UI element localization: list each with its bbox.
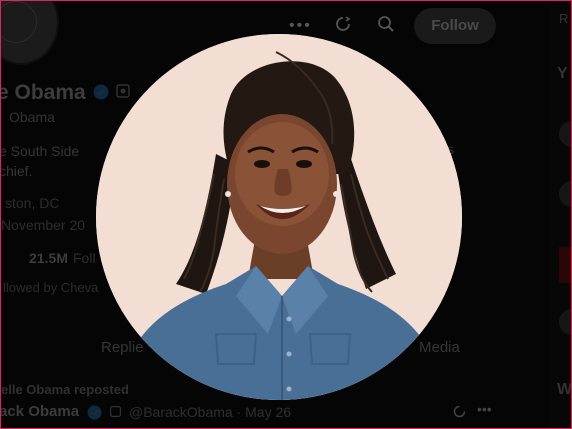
profile-joined-date: November 20 [1,217,86,233]
profile-location: ston, DC [5,195,60,211]
more-horizontal-icon[interactable]: ••• [289,17,312,35]
verified-badge-icon [93,84,109,100]
profile-display-name: e Obama [0,81,86,104]
affiliate-badge-icon [116,84,130,98]
affiliate-badge-icon [110,406,121,417]
followed-by-text[interactable]: llowed by Cheva [3,280,98,295]
sidebar-letter: R [559,11,569,26]
follow-button[interactable]: Follow [414,8,496,44]
search-icon[interactable] [377,15,395,33]
sidebar-card[interactable] [559,247,571,283]
sidebar-heading-letter: W [557,381,572,398]
post-handle-date: @BarackObama · May 26 [129,404,292,420]
followers-count[interactable]: 21.5M [29,250,68,266]
profile-photo-image [96,34,462,400]
sidebar-avatar[interactable] [559,309,571,335]
profile-photo-enlarged [96,34,462,400]
tab-replies[interactable]: Replie [101,339,144,356]
tab-media[interactable]: Media [419,339,460,356]
sidebar-avatar[interactable] [559,121,571,147]
refresh-icon[interactable] [334,15,352,33]
profile-handle: Obama [9,109,55,125]
post-author-name[interactable]: ack Obama [1,403,79,420]
app-frame: ••• Follow e Obama Obama e South Side ch… [0,0,572,429]
right-sidebar-dimmed: R Y W [549,1,571,428]
refresh-icon[interactable] [452,404,467,419]
followers-label[interactable]: Foll [73,250,96,266]
repost-indicator: elle Obama reposted [1,382,129,397]
verified-badge-icon [87,405,102,420]
sidebar-avatar[interactable] [559,181,571,207]
more-horizontal-icon[interactable]: ••• [477,401,492,417]
sidebar-heading-letter: Y [557,65,568,82]
